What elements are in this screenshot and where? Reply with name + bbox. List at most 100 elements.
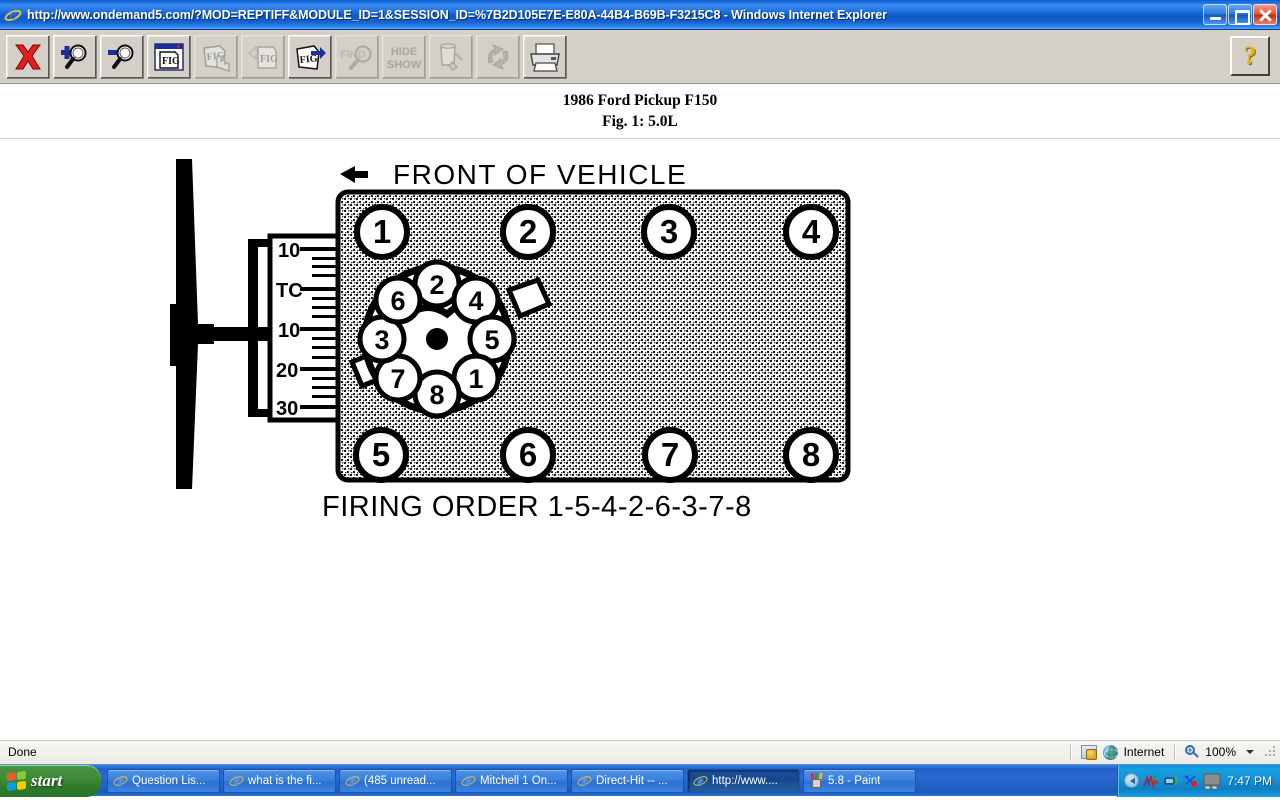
svg-text:HIDE: HIDE [391,46,417,58]
internet-explorer-icon: e [460,773,477,788]
rotate-arrows-icon [487,43,509,70]
magnifier-plus-icon [61,44,87,69]
svg-text:FIG: FIG [260,54,278,65]
taskbar-item-label: 5.8 - Paint [828,774,881,787]
magnifier-minus-icon [108,44,134,69]
taskbar-item-label: what is the fi... [248,774,322,787]
rotate-button[interactable] [476,34,520,79]
taskbar-item[interactable]: e (485 unread... [339,768,452,793]
help-button[interactable]: ? [1230,36,1270,76]
globe-icon [1102,744,1118,760]
taskbar-item[interactable]: e what is the fi... [223,768,336,793]
internet-explorer-icon: e [576,773,593,788]
figure-window-button[interactable]: FIG [147,34,191,79]
internet-explorer-icon: e [344,773,361,788]
internet-explorer-icon: e [228,773,245,788]
front-of-vehicle-marker: FRONT OF VEHICLE [340,159,687,190]
timing-label-1: TC [276,280,303,302]
internet-explorer-icon: e [692,773,709,788]
distributor-terminal: 6 [373,275,423,325]
browser-status-bar: Done Internet + 100% [0,739,1280,764]
figure-subtitle: Fig. 1: 5.0L [602,113,678,130]
svg-text:5: 5 [372,436,390,473]
svg-text:2: 2 [519,213,537,250]
svg-text:8: 8 [802,436,820,473]
taskbar-item-label: http://www.... [712,774,778,787]
hide-show-button[interactable]: HIDE SHOW [382,34,426,79]
display-settings-icon[interactable] [1203,773,1221,789]
fig-back-arrow-icon: FIG [248,45,278,69]
zoom-control[interactable]: + 100% [1175,745,1264,759]
maximize-restore-button[interactable] [1228,4,1252,25]
svg-text:3: 3 [660,213,678,250]
printer-icon [530,42,560,72]
start-button[interactable]: start [0,764,101,797]
firing-order-label: FIRING ORDER 1-5-4-2-6-3-7-8 [322,491,752,523]
red-x-icon [15,44,41,69]
zoom-chevron-down-icon[interactable] [1246,750,1254,754]
svg-text:3: 3 [374,325,389,355]
paint-bucket-icon [440,42,463,71]
window-title-bar[interactable]: e http://www.ondemand5.com/?MOD=REPTIFF&… [0,0,1280,30]
figure-image-container[interactable]: FRONT OF VEHICLE 10 TC 10 20 30 1 2 3 4 … [0,144,1280,739]
protected-mode-icon [1080,745,1097,760]
fig-window-icon: FIG [154,42,184,71]
timing-scale: 10 TC 10 20 30 [267,233,341,423]
taskbar-item[interactable]: e Question Lis... [107,768,220,793]
network-connection-icon[interactable] [1163,773,1179,789]
taskbar-item[interactable]: e Mitchell 1 On... [455,768,568,793]
svg-text:6: 6 [390,286,405,316]
svg-text:FIND: FIND [340,49,366,61]
zoom-out-button[interactable] [100,34,144,79]
internet-explorer-icon: e [2,6,24,24]
figure-viewer-toolbar: FIG FIG FIG FIG FIND HIDE SHOW ? [0,30,1280,84]
close-figure-button[interactable] [6,34,50,79]
bluetooth-devices-icon[interactable] [1183,773,1199,789]
fig-hand-icon: FIG [203,44,230,72]
svg-text:8: 8 [429,380,444,410]
cylinder-marker: 4 [783,204,839,260]
internet-explorer-icon: e [112,773,129,788]
taskbar-item[interactable]: e http://www.... [687,768,800,793]
find-magnifier-icon: FIND [340,44,372,70]
security-zone-indicator[interactable]: Internet [1071,744,1175,760]
close-button[interactable] [1253,4,1277,25]
figure-drag-button[interactable]: FIG [194,34,238,79]
svg-text:2: 2 [429,270,444,300]
zoom-magnifier-icon: + [1185,745,1200,759]
taskbar-item[interactable]: e Direct-Hit -- ... [571,768,684,793]
svg-text:4: 4 [802,213,821,250]
windows-logo-icon [7,770,26,791]
print-button[interactable] [523,34,567,79]
svg-text:5: 5 [484,325,499,355]
minimize-button[interactable] [1203,4,1227,25]
svg-text:FIG: FIG [299,53,318,66]
find-button[interactable]: FIND [335,34,379,79]
zoom-in-button[interactable] [53,34,97,79]
taskbar-item[interactable]: 5.8 - Paint [803,768,916,793]
start-label: start [31,770,63,790]
svg-text:1: 1 [468,364,483,394]
cylinder-marker: 8 [783,427,839,483]
highlight-button[interactable] [429,34,473,79]
cylinder-marker: 2 [500,204,556,260]
audio-network-icon[interactable] [1143,773,1159,789]
resize-grip-icon[interactable] [1264,745,1278,759]
system-tray: 7:47 PM [1117,764,1280,797]
timing-label-3: 20 [276,360,298,382]
front-of-vehicle-label: FRONT OF VEHICLE [393,159,687,190]
show-hidden-icons-chevron-icon[interactable] [1124,773,1140,788]
svg-text:SHOW: SHOW [387,59,422,71]
figure-next-button[interactable]: FIG [288,34,332,79]
taskbar-item-label: Mitchell 1 On... [480,774,557,787]
timing-label-2: 10 [278,320,300,342]
cylinder-marker: 5 [353,427,409,483]
zone-label: Internet [1123,745,1165,759]
page-title: 1986 Ford Pickup F150 [562,92,718,109]
cylinder-marker: 6 [500,427,556,483]
taskbar-item-label: Question Lis... [132,774,206,787]
figure-previous-button[interactable]: FIG [241,34,285,79]
svg-text:FIG: FIG [162,56,180,67]
svg-text:4: 4 [468,286,483,316]
taskbar-clock[interactable]: 7:47 PM [1223,774,1272,788]
